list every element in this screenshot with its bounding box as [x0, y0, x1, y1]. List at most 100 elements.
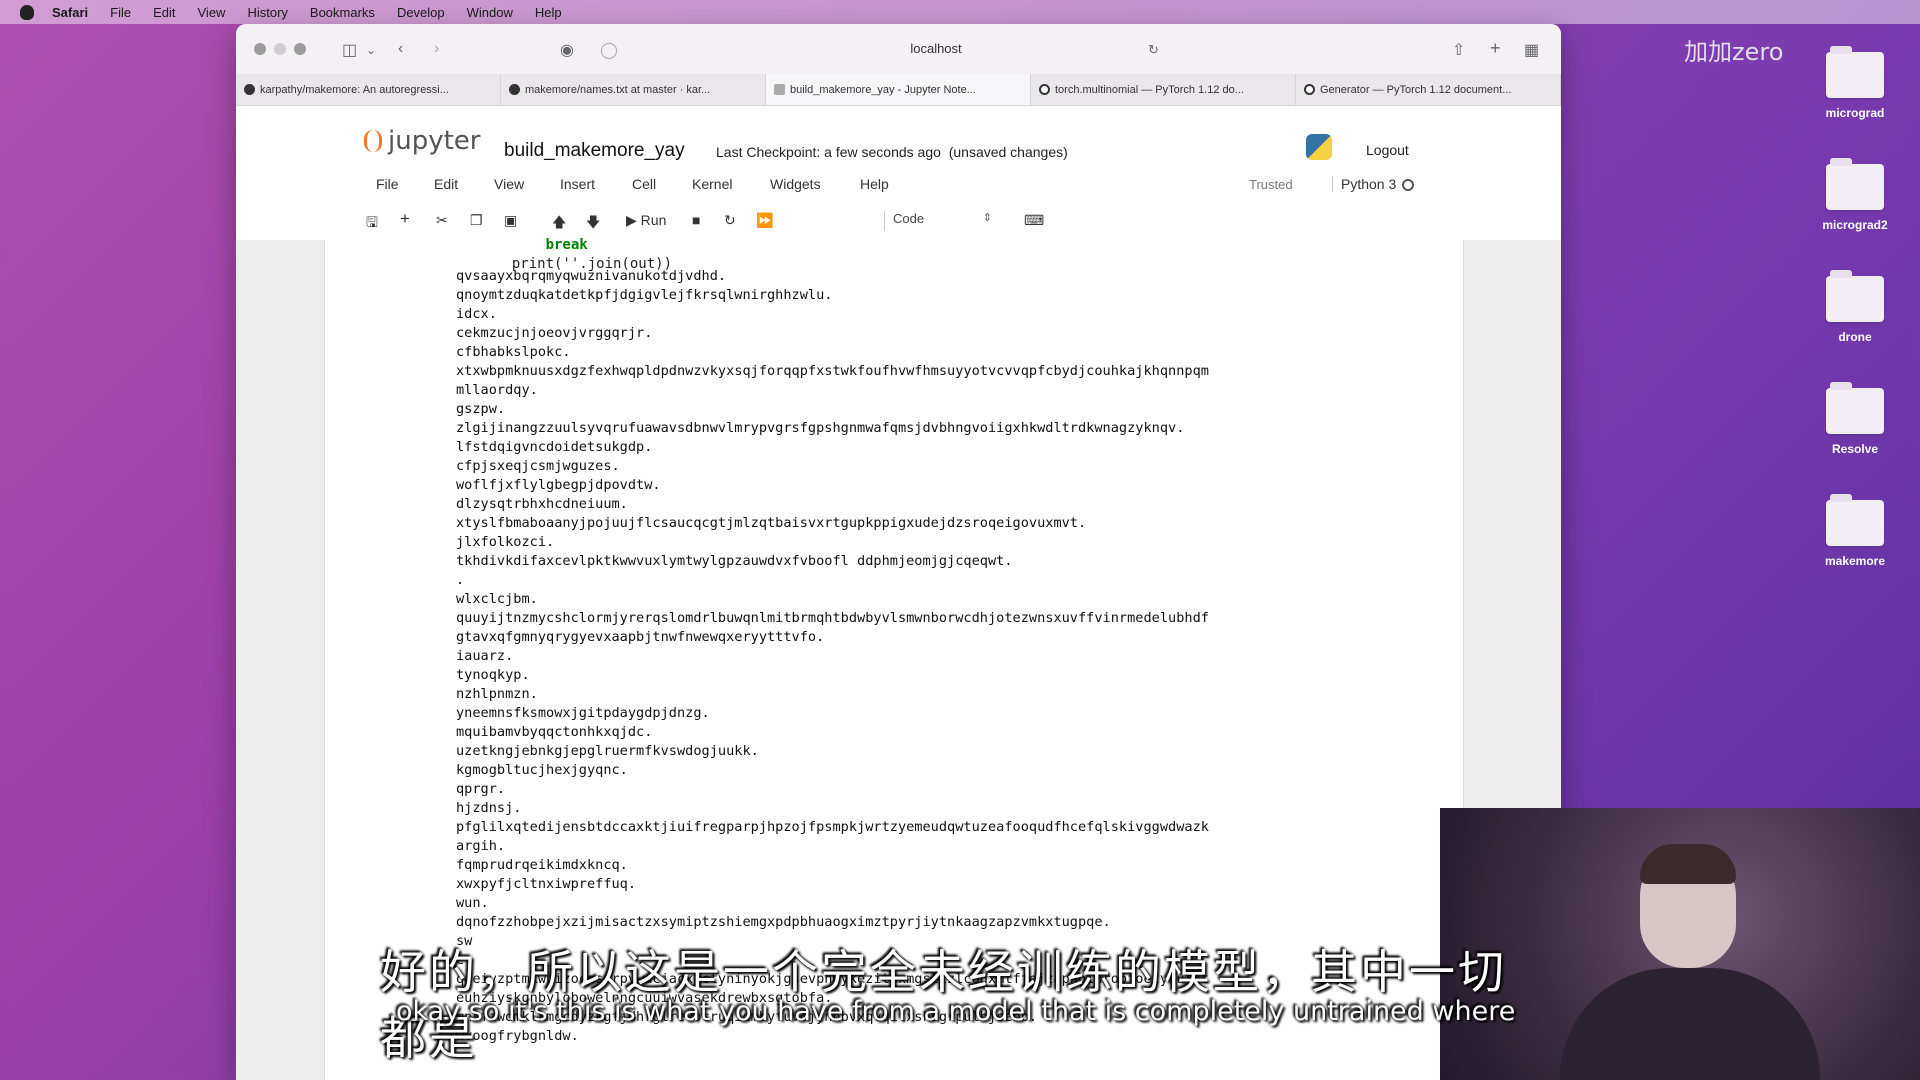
menu-bookmarks[interactable]: Bookmarks — [310, 5, 375, 20]
desktop-folder-makemore[interactable]: makemore — [1800, 494, 1910, 568]
forward-icon[interactable]: › — [434, 40, 439, 58]
move-down-icon[interactable]: 🡇 — [586, 212, 600, 236]
tab-generator-docs[interactable]: Generator — PyTorch 1.12 document... — [1296, 74, 1561, 105]
notebook-title[interactable]: build_makemore_yay — [504, 140, 685, 162]
save-icon[interactable]: 🖫 — [366, 212, 378, 236]
new-tab-icon[interactable]: + — [1490, 38, 1501, 59]
nb-menu-insert[interactable]: Insert — [560, 176, 595, 192]
output-line: wlxclcjbm. — [456, 591, 538, 607]
shield-icon[interactable]: ◯ — [600, 40, 618, 60]
reload-icon[interactable]: ↻ — [1148, 42, 1159, 58]
nb-menu-view[interactable]: View — [494, 176, 524, 192]
output-line: fqmprudrqeikimdxkncq. — [456, 857, 628, 873]
menu-view[interactable]: View — [198, 5, 226, 20]
move-up-icon[interactable]: 🡅 — [552, 212, 566, 236]
nb-menu-widgets[interactable]: Widgets — [770, 176, 821, 192]
notebook-toolbar: 🖫 + ✂ ❐ ▣ 🡅 🡇 ▶ Run ■ ↻ ⏩ Code ⇕ ⌨ — [236, 202, 1561, 240]
menu-history[interactable]: History — [247, 5, 287, 20]
sidebar-toggle-icon[interactable]: ◫ — [342, 40, 357, 60]
run-label: Run — [640, 212, 667, 228]
jupyter-logo[interactable]: jupyter — [364, 126, 480, 156]
cell-type-value: Code — [893, 211, 925, 226]
github-icon — [244, 84, 255, 95]
output-line: mllaordqy. — [456, 382, 538, 398]
menu-file[interactable]: File — [110, 5, 131, 20]
tab-makemore-repo[interactable]: karpathy/makemore: An autoregressi... — [236, 74, 501, 105]
folder-icon — [1826, 494, 1884, 546]
menu-help[interactable]: Help — [535, 5, 562, 20]
presenter-body — [1560, 968, 1820, 1080]
chevron-down-icon[interactable]: ⌄ — [366, 43, 376, 57]
address-bar[interactable]: localhost — [836, 41, 1036, 56]
tab-torch-multinomial[interactable]: torch.multinomial — PyTorch 1.12 do... — [1031, 74, 1296, 105]
output-line: zlgijinangzzuulsyvqrufuawavsdbnwvlmrypvg… — [456, 420, 1185, 436]
tab-label: torch.multinomial — PyTorch 1.12 do... — [1055, 84, 1244, 96]
apple-icon[interactable] — [20, 4, 34, 20]
menu-window[interactable]: Window — [467, 5, 513, 20]
tab-overview-icon[interactable]: ▦ — [1524, 40, 1539, 60]
kernel-name: Python 3 — [1341, 176, 1397, 192]
restart-icon[interactable]: ↻ — [724, 212, 736, 229]
output-line: . — [456, 572, 465, 588]
menu-develop[interactable]: Develop — [397, 5, 445, 20]
menu-edit[interactable]: Edit — [153, 5, 175, 20]
output-line: qnoymtzduqkatdetkpfjdgigvlejfkrsqlwnirgh… — [456, 287, 833, 303]
title-bar: ◫ ⌄ ‹ › ◉ ◯ localhost ↻ ⇧ + ▦ — [236, 24, 1561, 74]
select-arrows-icon: ⇕ — [982, 212, 992, 224]
folder-icon — [1826, 46, 1884, 98]
output-line: quuyijtnzmycshclormjyrerqslomdrlbuwqnlmi… — [456, 610, 1209, 626]
folder-icon — [1826, 382, 1884, 434]
output-line: nzhlpnmzn. — [456, 686, 538, 702]
nb-menu-kernel[interactable]: Kernel — [692, 176, 732, 192]
desktop-folder-micrograd[interactable]: micrograd — [1800, 46, 1910, 120]
nb-menu-cell[interactable]: Cell — [632, 176, 656, 192]
nb-menu-file[interactable]: File — [376, 176, 399, 192]
tab-names-txt[interactable]: makemore/names.txt at master · kar... — [501, 74, 766, 105]
output-line: tkhdivkdifaxcevlpktkwwvuxlymtwylgpzauwdv… — [456, 553, 1013, 569]
output-line: wun. — [456, 895, 489, 911]
insert-cell-icon[interactable]: + — [400, 209, 410, 229]
jupyter-logo-text: jupyter — [388, 126, 481, 156]
paste-icon[interactable]: ▣ — [504, 212, 517, 229]
output-line: cekmzucjnjoeovjvrggqrjr. — [456, 325, 653, 341]
logout-button[interactable]: Logout — [1366, 142, 1409, 158]
fast-forward-icon[interactable]: ⏩ — [756, 212, 773, 229]
output-line: qprgr. — [456, 781, 506, 797]
output-line: idcx. — [456, 306, 497, 322]
menu-safari[interactable]: Safari — [52, 5, 88, 20]
desktop-folder-micrograd2[interactable]: micrograd2 — [1800, 158, 1910, 232]
cell-type-select[interactable]: Code ⇕ — [884, 211, 996, 231]
minimize-window-button[interactable] — [274, 43, 286, 55]
desktop-folder-label: makemore — [1824, 554, 1886, 568]
desktop-folder-drone[interactable]: drone — [1800, 270, 1910, 344]
privacy-icon[interactable]: ◉ — [560, 40, 574, 60]
output-line: pfglilxqtedijensbtdccaxktjiuifregparpjhp… — [456, 819, 1209, 835]
keyboard-icon[interactable]: ⌨ — [1024, 212, 1044, 229]
kernel-indicator[interactable]: Python 3 — [1332, 176, 1415, 192]
stop-icon[interactable]: ■ — [692, 212, 700, 228]
copy-icon[interactable]: ❐ — [470, 212, 483, 229]
close-window-button[interactable] — [254, 43, 266, 55]
folder-icon — [1826, 270, 1884, 322]
desktop-folder-label: micrograd2 — [1822, 218, 1888, 232]
python-logo-icon — [1306, 134, 1332, 160]
trusted-indicator[interactable]: Trusted — [1249, 177, 1293, 192]
code-keyword-break: break — [545, 237, 588, 253]
desktop-folder-resolve[interactable]: Resolve — [1800, 382, 1910, 456]
run-button[interactable]: ▶ Run — [626, 212, 666, 229]
output-line: argih. — [456, 838, 506, 854]
back-icon[interactable]: ‹ — [398, 40, 403, 58]
presenter-hair — [1640, 844, 1736, 884]
nb-menu-help[interactable]: Help — [860, 176, 889, 192]
output-line: qvsaayxbqrqmyqwuznivanukotdjvdhd. — [456, 268, 727, 284]
tab-label: build_makemore_yay - Jupyter Note... — [790, 84, 976, 96]
share-icon[interactable]: ⇧ — [1452, 40, 1465, 60]
zoom-window-button[interactable] — [294, 43, 306, 55]
output-line: kgmogbltucjhexjgyqnc. — [456, 762, 628, 778]
nb-menu-edit[interactable]: Edit — [434, 176, 458, 192]
jupyter-orb-icon — [364, 130, 382, 152]
cut-icon[interactable]: ✂ — [436, 212, 448, 229]
output-line: jlxfolkozci. — [456, 534, 555, 550]
tab-jupyter-notebook[interactable]: build_makemore_yay - Jupyter Note... — [766, 74, 1031, 105]
notebook-menu-bar: File Edit View Insert Cell Kernel Widget… — [236, 166, 1561, 202]
